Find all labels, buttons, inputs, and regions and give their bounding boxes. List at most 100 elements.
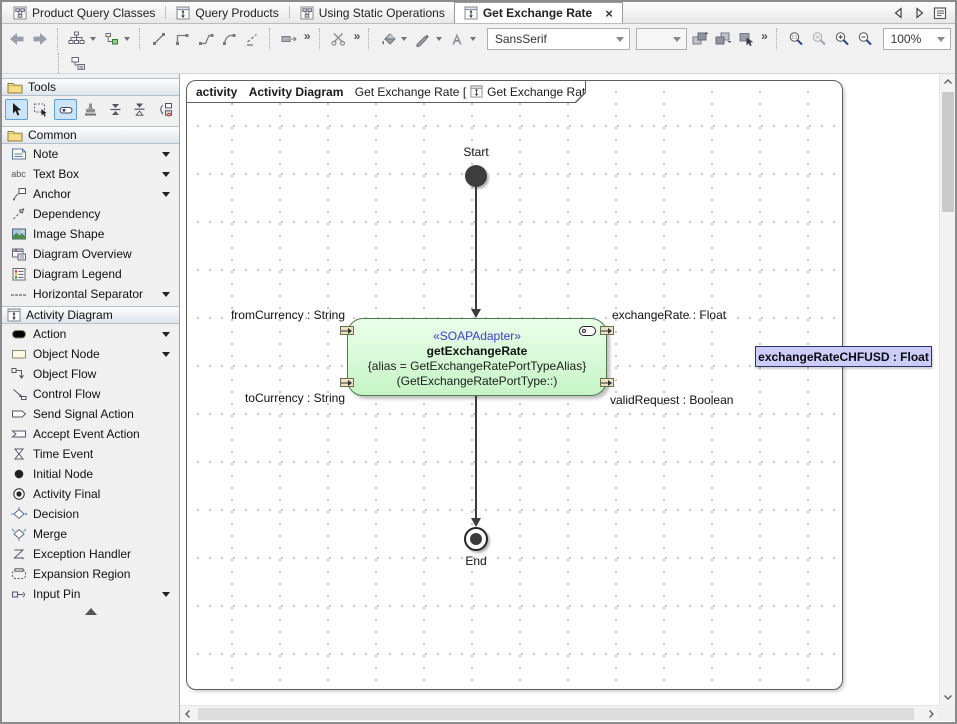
pin-label-exchangerate[interactable]: exchangeRate : Float [612,308,726,322]
palette-item-text-box[interactable]: abc Text Box [2,164,179,184]
palette-item-horizontal-separator[interactable]: ---- Horizontal Separator [2,284,179,304]
zoom-out-icon[interactable] [855,27,876,51]
zoom-level-combo[interactable]: 100% [883,28,951,50]
palette-item-control-flow[interactable]: Control Flow [2,384,179,404]
output-pin-validrequest[interactable] [600,378,614,387]
end-node-label[interactable]: End [448,554,504,568]
dropdown-arrow-icon[interactable] [162,332,170,337]
select-shape-icon[interactable] [736,27,757,51]
line-rectilinear-icon[interactable] [172,27,193,51]
overflow-chevron[interactable]: » [759,29,770,43]
vertical-scrollbar[interactable] [939,74,955,705]
layout-diagram-icon[interactable] [66,27,87,51]
palette-section-activity-diagram[interactable]: Activity Diagram [2,306,179,324]
palette-item-send-signal-action[interactable]: Send Signal Action [2,404,179,424]
dropdown-arrow-icon[interactable] [162,172,170,177]
initial-node[interactable] [465,165,487,187]
compress-vertical-icon[interactable] [104,99,127,120]
display-related-dropdown-icon[interactable] [124,37,130,41]
output-pin-exchangerate[interactable] [600,326,614,335]
palette-item-anchor[interactable]: Anchor [2,184,179,204]
palette-item-action[interactable]: Action [2,324,179,344]
bring-forward-icon[interactable] [689,27,710,51]
tab-list-icon[interactable] [933,6,947,20]
palette-item-diagram-overview[interactable]: Diagram Overview [2,244,179,264]
line-straight-icon[interactable] [149,27,170,51]
dropdown-arrow-icon[interactable] [162,192,170,197]
stamp-tool-button[interactable] [79,99,102,120]
forward-icon[interactable] [29,27,50,51]
font-size-combo[interactable] [636,28,687,50]
scissors-icon[interactable] [328,27,349,51]
palette-item-merge[interactable]: Merge [2,524,179,544]
fill-color-dropdown-icon[interactable] [401,37,407,41]
zoom-in-icon[interactable] [832,27,853,51]
previous-tab-icon[interactable] [893,7,905,19]
next-tab-icon[interactable] [913,7,925,19]
scroll-down-icon[interactable] [940,689,955,705]
control-flow-edge[interactable] [475,396,477,518]
pin-label-validrequest[interactable]: validRequest : Boolean [610,393,733,407]
input-pin-tocurrency[interactable] [340,378,354,387]
related-elements-icon[interactable] [68,54,88,74]
tab-get-exchange-rate[interactable]: Get Exchange Rate × [454,2,623,23]
close-tab-icon[interactable]: × [605,7,613,20]
diagram-canvas[interactable]: activity Activity Diagram Get Exchange R… [180,74,955,722]
palette-item-decision[interactable]: Decision [2,504,179,524]
dropdown-arrow-icon[interactable] [162,592,170,597]
scroll-up-icon[interactable] [940,74,955,90]
fill-color-icon[interactable] [378,27,399,51]
palette-item-diagram-legend[interactable]: Diagram Legend [2,264,179,284]
palette-scroll-up[interactable] [2,608,179,615]
pin-label-tocurrency[interactable]: toCurrency : String [195,391,345,405]
palette-item-note[interactable]: Note [2,144,179,164]
marquee-select-tool-button[interactable] [30,99,53,120]
zoom-region-icon[interactable] [786,27,807,51]
select-tool-button[interactable] [5,99,28,120]
palette-item-initial-node[interactable]: Initial Node [2,464,179,484]
resize-shape-icon[interactable] [279,27,300,51]
activity-final-node[interactable] [464,527,488,551]
selected-object-node-label[interactable]: exchangeRateCHFUSD : Float [755,346,932,367]
diagram-frame-header[interactable]: activity Activity Diagram Get Exchange R… [187,81,586,103]
tab-query-products[interactable]: Query Products [167,2,287,23]
control-flow-edge[interactable] [475,186,477,309]
palette-item-dependency[interactable]: Dependency [2,204,179,224]
palette-item-activity-final[interactable]: Activity Final [2,484,179,504]
palette-item-input-pin[interactable]: Input Pin [2,584,179,604]
line-color-dropdown-icon[interactable] [436,37,442,41]
palette-item-object-node[interactable]: Object Node [2,344,179,364]
input-pin-fromcurrency[interactable] [340,326,354,335]
collapse-icon[interactable] [129,99,152,120]
scroll-right-icon[interactable] [923,706,939,722]
vertical-scrollbar-thumb[interactable] [942,92,954,212]
action-node-getexchangerate[interactable]: «SOAPAdapter» getExchangeRate {alias = G… [347,318,607,396]
sticky-path-tool-button[interactable] [54,99,77,120]
dropdown-arrow-icon[interactable] [162,152,170,157]
layout-dropdown-icon[interactable] [90,37,96,41]
palette-item-accept-event-action[interactable]: Accept Event Action [2,424,179,444]
swap-elements-icon[interactable] [153,99,176,120]
line-bend-icon[interactable] [195,27,216,51]
palette-item-object-flow[interactable]: Object Flow [2,364,179,384]
zoom-fit-icon[interactable] [809,27,830,51]
horizontal-scrollbar[interactable] [180,705,939,721]
send-backward-icon[interactable] [713,27,734,51]
back-icon[interactable] [6,27,27,51]
horizontal-scrollbar-thumb[interactable] [198,708,914,720]
pin-label-fromcurrency[interactable]: fromCurrency : String [195,308,345,322]
font-color-dropdown-icon[interactable] [470,37,476,41]
palette-section-tools[interactable]: Tools [2,78,179,96]
scroll-left-icon[interactable] [180,706,196,722]
tab-product-query-classes[interactable]: Product Query Classes [4,2,164,23]
line-color-icon[interactable] [412,27,433,51]
palette-item-exception-handler[interactable]: Exception Handler [2,544,179,564]
overflow-chevron[interactable]: » [352,29,363,43]
dropdown-arrow-icon[interactable] [162,352,170,357]
line-curve-icon[interactable] [218,27,239,51]
line-dashed-icon[interactable] [242,27,263,51]
tab-using-static-operations[interactable]: Using Static Operations [291,2,454,23]
display-related-icon[interactable] [101,27,122,51]
dropdown-arrow-icon[interactable] [162,292,170,297]
palette-item-time-event[interactable]: Time Event [2,444,179,464]
